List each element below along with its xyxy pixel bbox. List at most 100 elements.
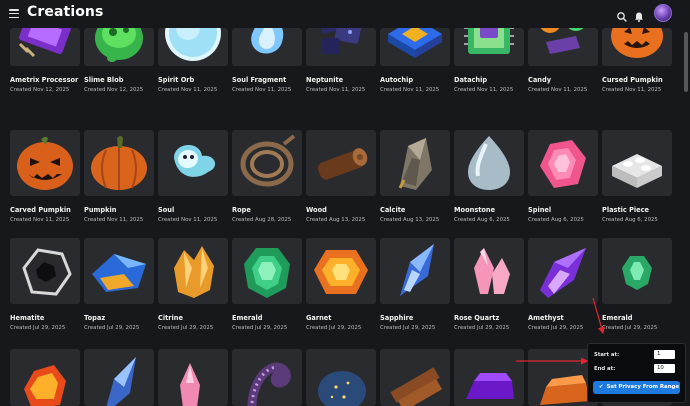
spirit-orb-icon[interactable] [158, 28, 228, 66]
ametrix-processor-icon[interactable] [10, 28, 80, 66]
amethyst-icon[interactable] [528, 238, 598, 304]
creation-date: Created Aug 6, 2025 [602, 217, 658, 223]
hamburger-menu-icon[interactable] [9, 9, 19, 19]
creation-date: Created Aug 13, 2025 [380, 217, 440, 223]
tentacle-icon[interactable] [232, 349, 302, 406]
autochip-icon[interactable] [380, 28, 450, 66]
avatar[interactable] [654, 4, 672, 22]
creation-name: Spinel [528, 206, 552, 214]
creation-date: Created Aug 28, 2025 [232, 217, 292, 223]
set-privacy-button[interactable]: ✔ Set Privacy From Range [593, 381, 680, 394]
page-title: Creations [27, 4, 104, 20]
purple-ingot-icon[interactable] [454, 349, 524, 406]
creation-date: Created Nov 11, 2025 [454, 87, 514, 93]
slime-blob-icon[interactable] [84, 28, 154, 66]
start-label: Start at: [594, 352, 620, 358]
end-input[interactable]: 10 [654, 364, 675, 373]
creation-name: Citrine [158, 314, 183, 322]
pumpkin-icon[interactable] [84, 130, 154, 196]
creation-name: Soul Fragment [232, 76, 287, 84]
creation-name: Neptunite [306, 76, 344, 84]
sapphire-icon[interactable] [380, 238, 450, 304]
creation-name: Rope [232, 206, 251, 214]
creation-date: Created Jul 29, 2025 [454, 325, 510, 331]
creation-name: Pumpkin [84, 206, 117, 214]
spinel-icon[interactable] [528, 130, 598, 196]
creation-date: Created Aug 6, 2025 [454, 217, 510, 223]
bell-icon[interactable] [633, 8, 645, 22]
check-icon: ✔ [599, 384, 604, 390]
carved-pumpkin-icon[interactable] [10, 130, 80, 196]
fire-gem-icon[interactable] [10, 349, 80, 406]
calcite-icon[interactable] [380, 130, 450, 196]
creation-date: Created Nov 11, 2025 [232, 87, 292, 93]
plastic-piece-icon[interactable] [602, 130, 672, 196]
emerald-small-icon[interactable] [602, 238, 672, 304]
set-privacy-label: Set Privacy From Range [606, 384, 680, 390]
wood-icon[interactable] [306, 130, 376, 196]
creation-date: Created Jul 29, 2025 [10, 325, 66, 331]
creation-name: Candy [528, 76, 552, 84]
creation-date: Created Nov 11, 2025 [602, 87, 662, 93]
creation-date: Created Jul 29, 2025 [158, 325, 214, 331]
creation-name: Spirit Orb [158, 76, 195, 84]
creation-name: Moonstone [454, 206, 496, 214]
creation-date: Created Nov 11, 2025 [380, 87, 440, 93]
creation-name: Emerald [602, 314, 633, 322]
creation-name: Garnet [306, 314, 332, 322]
creation-date: Created Nov 11, 2025 [306, 87, 366, 93]
creation-date: Created Nov 12, 2025 [84, 87, 144, 93]
rope-icon[interactable] [232, 130, 302, 196]
emerald-icon[interactable] [232, 238, 302, 304]
soul-icon[interactable] [158, 130, 228, 196]
garnet-icon[interactable] [306, 238, 376, 304]
rose-quartz-icon[interactable] [454, 238, 524, 304]
creation-name: Carved Pumpkin [10, 206, 71, 214]
creation-name: Slime Blob [84, 76, 124, 84]
creation-date: Created Jul 29, 2025 [232, 325, 288, 331]
creation-name: Cursed Pumpkin [602, 76, 663, 84]
candy-icon[interactable] [528, 28, 598, 66]
creation-name: Emerald [232, 314, 263, 322]
creation-name: Calcite [380, 206, 406, 214]
start-input[interactable]: 1 [654, 350, 675, 359]
moonstone-icon[interactable] [454, 130, 524, 196]
scrollbar-thumb[interactable] [684, 32, 688, 92]
blue-crystal-icon[interactable] [84, 349, 154, 406]
datachip-icon[interactable] [454, 28, 524, 66]
creation-name: Hematite [10, 314, 45, 322]
citrine-icon[interactable] [158, 238, 228, 304]
creation-name: Rose Quartz [454, 314, 500, 322]
creation-date: Created Nov 11, 2025 [158, 217, 218, 223]
cursed-pumpkin-icon[interactable] [602, 28, 672, 66]
creation-name: Topaz [84, 314, 106, 322]
creation-date: Created Jul 29, 2025 [528, 325, 584, 331]
soul-fragment-icon[interactable] [232, 28, 302, 66]
creation-date: Created Nov 11, 2025 [84, 217, 144, 223]
end-label: End at: [594, 366, 616, 372]
starry-stone-icon[interactable] [306, 349, 376, 406]
creation-date: Created Nov 11, 2025 [528, 87, 588, 93]
creation-name: Datachip [454, 76, 488, 84]
creation-date: Created Nov 11, 2025 [10, 217, 70, 223]
creation-date: Created Jul 29, 2025 [84, 325, 140, 331]
pink-crystal-icon[interactable] [158, 349, 228, 406]
hematite-icon[interactable] [10, 238, 80, 304]
topaz-icon[interactable] [84, 238, 154, 304]
creation-date: Created Jul 29, 2025 [602, 325, 658, 331]
creation-date: Created Nov 12, 2025 [10, 87, 70, 93]
creation-name: Wood [306, 206, 327, 214]
creation-name: Soul [158, 206, 175, 214]
creation-date: Created Jul 29, 2025 [380, 325, 436, 331]
creation-name: Amethyst [528, 314, 564, 322]
privacy-range-popup: Start at: 1 End at: 10 ✔ Set Privacy From… [587, 343, 686, 403]
wood-planks-icon[interactable] [380, 349, 450, 406]
creation-date: Created Aug 13, 2025 [306, 217, 366, 223]
creation-name: Autochip [380, 76, 414, 84]
creation-date: Created Nov 11, 2025 [158, 87, 218, 93]
creation-name: Plastic Piece [602, 206, 650, 214]
creation-name: Sapphire [380, 314, 414, 322]
neptunite-icon[interactable] [306, 28, 376, 66]
creation-date: Created Aug 6, 2025 [528, 217, 584, 223]
search-icon[interactable] [616, 8, 628, 22]
